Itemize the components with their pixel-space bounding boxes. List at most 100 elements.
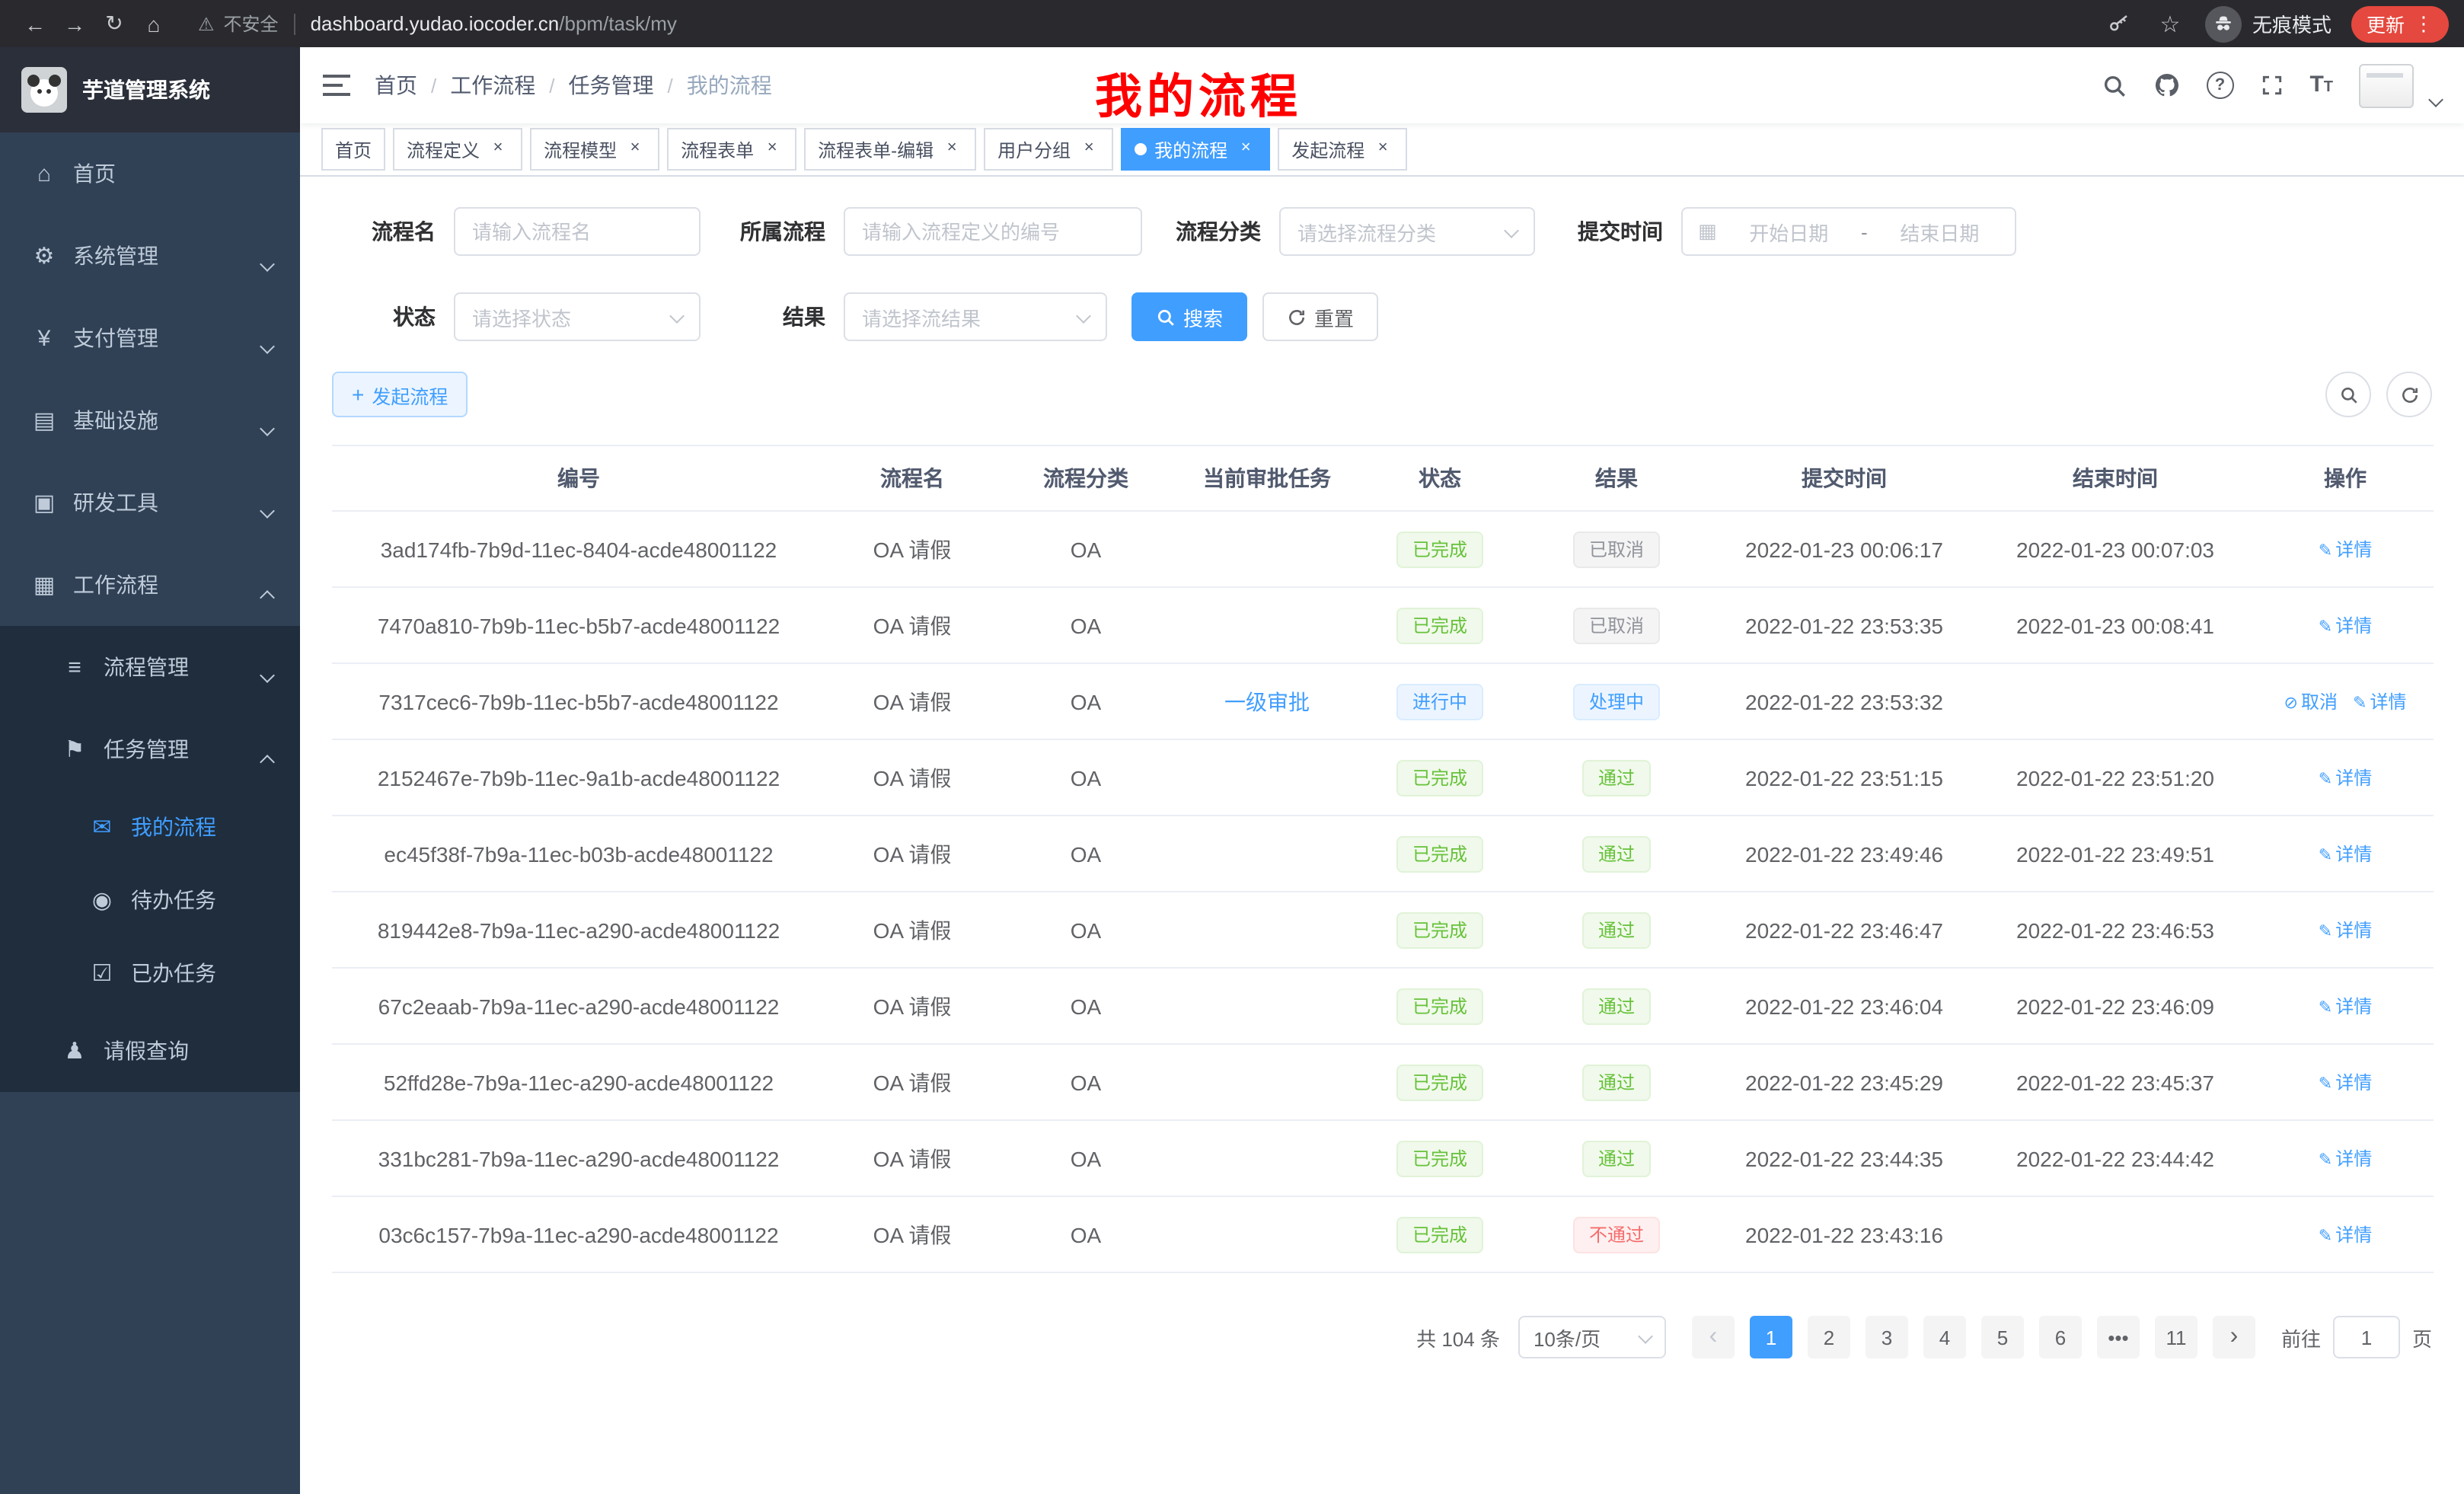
result-select[interactable]: 请选择流结果 xyxy=(844,292,1107,341)
sidebar-item-process-management[interactable]: ≡流程管理 xyxy=(0,626,300,708)
tab-user-group[interactable]: 用户分组× xyxy=(984,128,1113,171)
more-pages-icon[interactable]: ••• xyxy=(2097,1316,2140,1358)
tab-process-form-edit[interactable]: 流程表单-编辑× xyxy=(804,128,976,171)
goto-page-input[interactable] xyxy=(2333,1316,2400,1358)
prev-page-button[interactable]: ‹ xyxy=(1692,1316,1735,1358)
tab-process-model[interactable]: 流程模型× xyxy=(530,128,659,171)
sidebar-item-leave-query[interactable]: ♟请假查询 xyxy=(0,1010,300,1092)
bookmark-star-icon[interactable]: ☆ xyxy=(2155,8,2185,39)
sidebar-item-task-management[interactable]: ⚑任务管理 xyxy=(0,708,300,790)
detail-action[interactable]: ✎详情 xyxy=(2319,615,2372,637)
sidebar-item-system-management[interactable]: ⚙系统管理 xyxy=(0,215,300,297)
page-size-select[interactable]: 10条/页 xyxy=(1518,1316,1666,1358)
github-icon[interactable] xyxy=(2153,72,2180,99)
tab-close-icon[interactable]: × xyxy=(1235,139,1256,160)
tab-close-icon[interactable]: × xyxy=(624,139,646,160)
action-label: 详情 xyxy=(2335,844,2372,865)
detail-action[interactable]: ✎详情 xyxy=(2319,768,2372,789)
cancel-action[interactable]: ⊘取消 xyxy=(2284,691,2338,713)
password-key-icon[interactable] xyxy=(2105,8,2135,39)
detail-action[interactable]: ✎详情 xyxy=(2319,844,2372,865)
fullscreen-icon[interactable] xyxy=(2259,73,2284,97)
help-icon[interactable]: ? xyxy=(2206,72,2233,99)
current-task-link[interactable]: 一级审批 xyxy=(1224,689,1310,713)
breadcrumb-separator: / xyxy=(668,74,673,97)
page-button-4[interactable]: 4 xyxy=(1923,1316,1966,1358)
breadcrumb-item[interactable]: 首页 xyxy=(375,70,417,101)
process-definition-input[interactable] xyxy=(844,207,1142,256)
sidebar-item-workflow[interactable]: ▦工作流程 xyxy=(0,544,300,626)
detail-action[interactable]: ✎详情 xyxy=(2319,1072,2372,1093)
sidebar-item-infrastructure[interactable]: ▤基础设施 xyxy=(0,379,300,461)
page-button-5[interactable]: 5 xyxy=(1981,1316,2024,1358)
create-process-button[interactable]: + 发起流程 xyxy=(332,372,468,417)
app-shell: 芋道管理系统 ⌂首页⚙系统管理¥支付管理▤基础设施▣研发工具▦工作流程≡流程管理… xyxy=(0,47,2464,1494)
tab-close-icon[interactable]: × xyxy=(1372,139,1393,160)
logo-row[interactable]: 芋道管理系统 xyxy=(0,47,300,132)
tab-process-definition[interactable]: 流程定义× xyxy=(393,128,522,171)
page-button-2[interactable]: 2 xyxy=(1808,1316,1850,1358)
tab-my-process[interactable]: 我的流程× xyxy=(1121,128,1270,171)
page-button-3[interactable]: 3 xyxy=(1866,1316,1908,1358)
refresh-table-button[interactable] xyxy=(2386,372,2432,417)
cell-result: 通过 xyxy=(1518,892,1715,968)
page-button-1[interactable]: 1 xyxy=(1750,1316,1792,1358)
cell-current-task xyxy=(1173,1044,1361,1120)
address-bar[interactable]: dashboard.yudao.iocoder.cn/bpm/task/my xyxy=(311,12,677,35)
cell-result: 通过 xyxy=(1518,739,1715,816)
show-search-toggle-button[interactable] xyxy=(2325,372,2371,417)
reload-icon[interactable]: ↻ xyxy=(94,4,134,43)
tab-close-icon[interactable]: × xyxy=(1078,139,1100,160)
breadcrumb-item[interactable]: 工作流程 xyxy=(450,70,535,101)
result-tag: 通过 xyxy=(1583,759,1650,796)
detail-action[interactable]: ✎详情 xyxy=(2353,691,2406,713)
detail-action[interactable]: ✎详情 xyxy=(2319,920,2372,941)
status-select[interactable]: 请选择状态 xyxy=(454,292,701,341)
tab-close-icon[interactable]: × xyxy=(941,139,962,160)
column-header: 状态 xyxy=(1361,445,1518,511)
refresh-icon xyxy=(1287,307,1307,327)
back-icon[interactable]: ← xyxy=(15,4,55,43)
process-category-label: 流程分类 xyxy=(1157,216,1279,247)
page-button-11[interactable]: 11 xyxy=(2155,1316,2197,1358)
main-area: 首页/工作流程/任务管理/我的流程 我的流程 ?TT 首页流程定义×流程模型×流… xyxy=(300,47,2464,1494)
detail-action[interactable]: ✎详情 xyxy=(2319,996,2372,1017)
font-size-icon[interactable]: TT xyxy=(2309,72,2333,99)
reset-button[interactable]: 重置 xyxy=(1262,292,1378,341)
tab-start-process[interactable]: 发起流程× xyxy=(1278,128,1407,171)
update-menu-button[interactable]: 更新 ⋮ xyxy=(2351,5,2449,42)
sidebar-item-done-tasks[interactable]: ☑已办任务 xyxy=(0,937,300,1010)
tab-close-icon[interactable]: × xyxy=(761,139,783,160)
user-avatar[interactable] xyxy=(2359,63,2414,107)
sidebar-item-payment-management[interactable]: ¥支付管理 xyxy=(0,297,300,379)
browser-home-icon[interactable]: ⌂ xyxy=(134,4,174,43)
detail-action[interactable]: ✎详情 xyxy=(2319,539,2372,560)
search-button[interactable]: 搜索 xyxy=(1131,292,1247,341)
profile-chip[interactable]: 无痕模式 xyxy=(2205,5,2332,42)
cell-category: OA xyxy=(999,1120,1173,1196)
breadcrumb-item[interactable]: 任务管理 xyxy=(569,70,654,101)
search-icon[interactable] xyxy=(2101,72,2127,98)
detail-action[interactable]: ✎详情 xyxy=(2319,1224,2372,1246)
forward-icon[interactable]: → xyxy=(55,4,94,43)
submit-time-label: 提交时间 xyxy=(1553,216,1681,247)
tab-process-form[interactable]: 流程表单× xyxy=(667,128,796,171)
process-name-input[interactable] xyxy=(454,207,701,256)
sidebar-item-home[interactable]: ⌂首页 xyxy=(0,132,300,215)
page-button-6[interactable]: 6 xyxy=(2039,1316,2082,1358)
cell-current-task xyxy=(1173,1196,1361,1272)
process-category-select[interactable]: 请选择流程分类 xyxy=(1279,207,1535,256)
sidebar-item-dev-tools[interactable]: ▣研发工具 xyxy=(0,461,300,544)
date-range-picker[interactable]: ▦ 开始日期 - 结束日期 xyxy=(1681,207,2016,256)
sidebar-collapse-icon[interactable] xyxy=(323,73,350,97)
sidebar-item-todo-tasks[interactable]: ◉待办任务 xyxy=(0,864,300,937)
tab-close-icon[interactable]: × xyxy=(487,139,509,160)
sidebar-item-label: 已办任务 xyxy=(131,958,216,988)
table-row: 819442e8-7b9a-11ec-a290-acde48001122OA 请… xyxy=(332,892,2434,968)
caret-down-icon[interactable] xyxy=(2430,85,2441,113)
site-security[interactable]: ⚠ 不安全 xyxy=(198,11,279,37)
sidebar-item-my-process[interactable]: ✉我的流程 xyxy=(0,790,300,864)
detail-action[interactable]: ✎详情 xyxy=(2319,1148,2372,1170)
next-page-button[interactable]: › xyxy=(2213,1316,2255,1358)
tab-home[interactable]: 首页 xyxy=(321,128,385,171)
